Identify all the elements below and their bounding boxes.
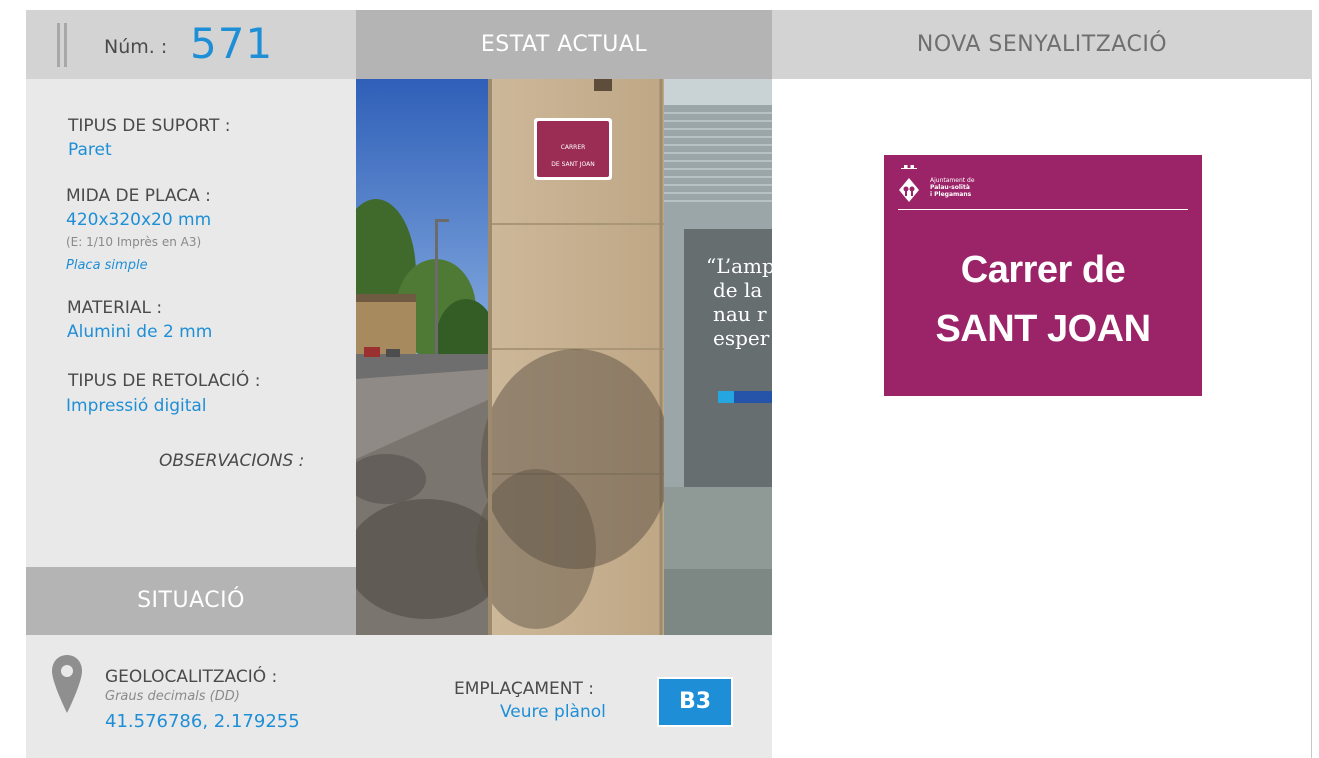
mida-placa-type: Placa simple [66,258,148,273]
sign-org-line2: Palau-solità [930,184,970,191]
sign-org-line3: i Plegamans [930,191,972,198]
current-state-photo: CARRER DE SANT JOAN “L’amp de la nau r e… [356,79,772,635]
sign-organization: Ajuntament de Palau-solità i Plegamans [930,177,975,198]
new-sign-plate: Ajuntament de Palau-solità i Plegamans C… [884,155,1202,396]
photo-sign-line2: DE SANT JOAN [551,161,594,168]
mida-placa-value: 420x320x20 mm [66,210,212,230]
material-value: Alumini de 2 mm [67,322,213,342]
poster-line-1: “L’amp [706,254,772,278]
mida-placa-scale: (E: 1/10 Imprès en A3) [66,235,202,249]
sign-text-line2: SANT JOAN [935,308,1151,350]
poster-line-2: de la [713,278,762,302]
tipus-suport-label: TIPUS DE SUPORT : [68,116,231,136]
situacio-header: SITUACIÓ [26,567,356,635]
nova-senyalitzacio-header: NOVA SENYALITZACIÓ [772,10,1312,79]
photo-sign-line1: CARRER [561,144,586,151]
number-header: Núm. : 571 [26,10,356,79]
estat-actual-header: ESTAT ACTUAL [356,10,772,79]
number-label: Núm. : [104,36,168,58]
sign-org-line1: Ajuntament de [930,177,975,184]
number-value: 571 [190,19,274,68]
tipus-suport-value: Paret [68,140,112,160]
geolocalitzacio-label: GEOLOCALITZACIÓ : [105,667,278,687]
poster-line-3: nau r [713,302,767,326]
photo-illustration: CARRER DE SANT JOAN “L’amp de la nau r e… [356,79,772,635]
material-label: MATERIAL : [67,298,163,318]
mida-placa-label: MIDA DE PLACA : [66,186,211,206]
sign-text-line1: Carrer de [960,249,1126,291]
emplacament-label: EMPLAÇAMENT : [454,679,594,699]
sign-org-line2-wrap: Palau-solità [930,184,975,191]
poster-line-4: esper [713,326,770,350]
observacions-label: OBSERVACIONS : [159,451,305,471]
map-pin-icon [52,655,82,713]
geolocalitzacio-note: Graus decimals (DD) [105,689,240,704]
double-bar-icon [57,23,69,67]
geolocalitzacio-value: 41.576786, 2.179255 [105,711,300,732]
emplacament-code-badge: B3 [657,677,733,727]
crest-icon [899,165,919,202]
retolacio-value: Impressió digital [66,396,207,416]
veure-planol-link[interactable]: Veure plànol [500,702,606,722]
retolacio-label: TIPUS DE RETOLACIÓ : [68,371,261,391]
sign-divider [898,209,1188,210]
sign-org-line3-wrap: i Plegamans [930,191,975,198]
